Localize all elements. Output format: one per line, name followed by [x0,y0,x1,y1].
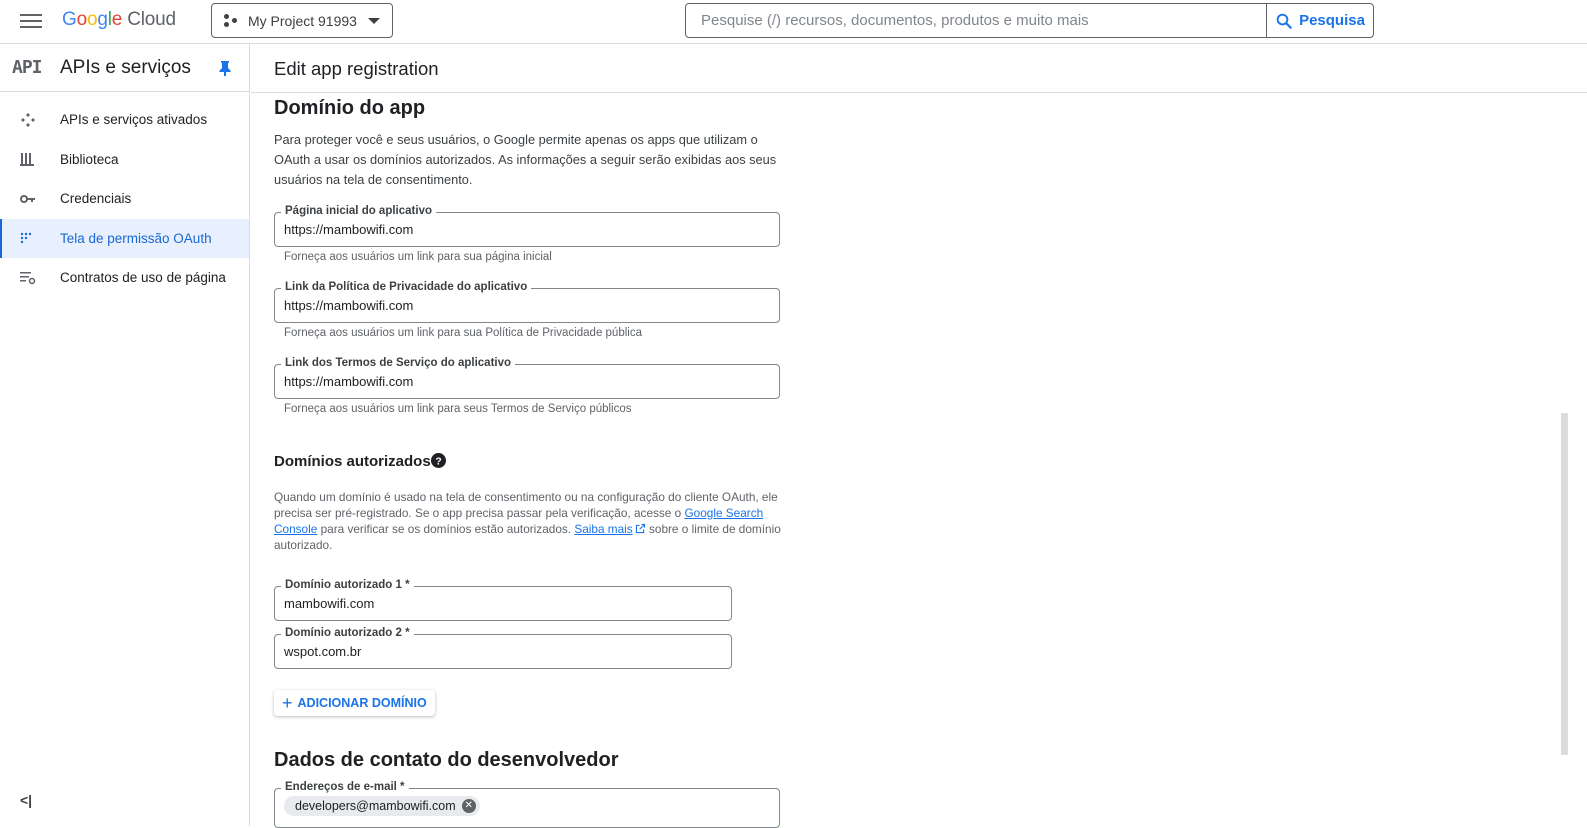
search-button-label: Pesquisa [1299,12,1365,29]
privacy-policy-value[interactable]: https://mambowifi.com [284,298,413,313]
authorized-domains-heading: Domínios autorizados [274,453,431,470]
sidebar-item-apis-enabled[interactable]: APIs e serviços ativados [0,100,249,140]
help-icon[interactable]: ? [431,453,446,468]
authorized-domain-1-field[interactable]: Domínio autorizado 1 * mambowifi.com [274,579,732,621]
key-icon [20,194,60,204]
privacy-policy-label: Link da Política de Privacidade do aplic… [281,281,532,293]
developer-contact-heading: Dados de contato do desenvolvedor [274,749,619,771]
learn-more-link[interactable]: Saiba mais [574,522,632,536]
sidebar-item-label: Credenciais [60,191,132,207]
authorized-domain-2-field[interactable]: Domínio autorizado 2 * wspot.com.br [274,627,732,669]
project-selector[interactable]: My Project 91993 [211,3,393,38]
sidebar-item-label: Biblioteca [60,151,119,167]
apis-icon [20,112,60,128]
sidebar-header: API APIs e serviços [0,44,249,92]
page-contracts-icon [20,271,60,285]
library-icon [20,152,60,167]
app-domain-description: Para proteger você e seus usuários, o Go… [274,132,777,187]
page-title: Edit app registration [274,58,439,79]
page-header: Edit app registration [251,44,1587,93]
terms-of-service-field[interactable]: Link dos Termos de Serviço do aplicativo… [274,357,780,399]
email-chip[interactable]: developers@mambowifi.com ✕ [284,796,480,816]
sidebar-nav: APIs e serviços ativados Biblioteca Cred… [0,92,249,298]
remove-chip-icon[interactable]: ✕ [461,799,476,813]
authorized-domain-2-value[interactable]: wspot.com.br [284,644,361,659]
svg-text:?: ? [435,456,441,467]
homepage-field[interactable]: Página inicial do aplicativo https://mam… [274,205,780,247]
project-name: My Project 91993 [248,12,357,29]
homepage-hint: Forneça aos usuários um link para sua pá… [284,251,552,263]
terms-of-service-label: Link dos Termos de Serviço do aplicativo [281,357,516,369]
privacy-policy-field[interactable]: Link da Política de Privacidade do aplic… [274,281,780,323]
app-domain-heading: Domínio do app [274,97,426,119]
sidebar-item-label: APIs e serviços ativados [60,112,208,128]
search-button[interactable]: Pesquisa [1266,3,1374,38]
top-bar: Google Cloud My Project 91993 Pesquisa [0,0,1587,44]
terms-of-service-hint: Forneça aos usuários um link para seus T… [284,403,632,415]
main-menu-icon[interactable] [20,10,42,32]
sidebar-item-label: Tela de permissão OAuth [60,230,212,246]
authorized-domain-1-value[interactable]: mambowifi.com [284,596,374,611]
sidebar: API APIs e serviços APIs e serviços ativ… [0,44,250,826]
project-dots-icon [224,13,240,28]
chevron-down-icon [368,17,380,24]
sidebar-item-label: Contratos de uso de página [60,270,226,286]
oauth-consent-icon [20,232,60,244]
sidebar-item-credentials[interactable]: Credenciais [0,179,249,219]
add-domain-button[interactable]: + ADICIONAR DOMÍNIO [274,690,435,716]
pin-icon[interactable] [219,60,231,76]
scrollbar[interactable] [1561,413,1568,755]
api-logo: API [12,57,43,78]
email-chip-value: developers@mambowifi.com [295,799,456,813]
search-icon [1276,13,1292,29]
authorized-domains-description: Quando um domínio é usado na tela de con… [274,489,786,553]
authorized-domain-1-label: Domínio autorizado 1 * [281,579,414,591]
homepage-value[interactable]: https://mambowifi.com [284,222,413,237]
collapse-sidebar-icon[interactable]: <| [20,792,32,808]
terms-of-service-value[interactable]: https://mambowifi.com [284,374,413,389]
homepage-label: Página inicial do aplicativo [281,205,436,217]
search-input[interactable] [685,3,1268,38]
google-cloud-logo[interactable]: Google Cloud [62,9,176,31]
add-domain-label: ADICIONAR DOMÍNIO [297,696,427,710]
sidebar-item-page-contracts[interactable]: Contratos de uso de página [0,258,249,298]
external-link-icon [635,523,645,534]
sidebar-item-library[interactable]: Biblioteca [0,140,249,180]
description-text: para verificar se os domínios estão auto… [317,522,575,536]
email-label: Endereços de e-mail * [281,781,409,793]
sidebar-title: APIs e serviços [60,56,191,78]
privacy-policy-hint: Forneça aos usuários um link para sua Po… [284,327,642,339]
plus-icon: + [282,693,293,713]
sidebar-item-oauth-consent[interactable]: Tela de permissão OAuth [0,218,249,258]
authorized-domain-2-label: Domínio autorizado 2 * [281,627,414,639]
